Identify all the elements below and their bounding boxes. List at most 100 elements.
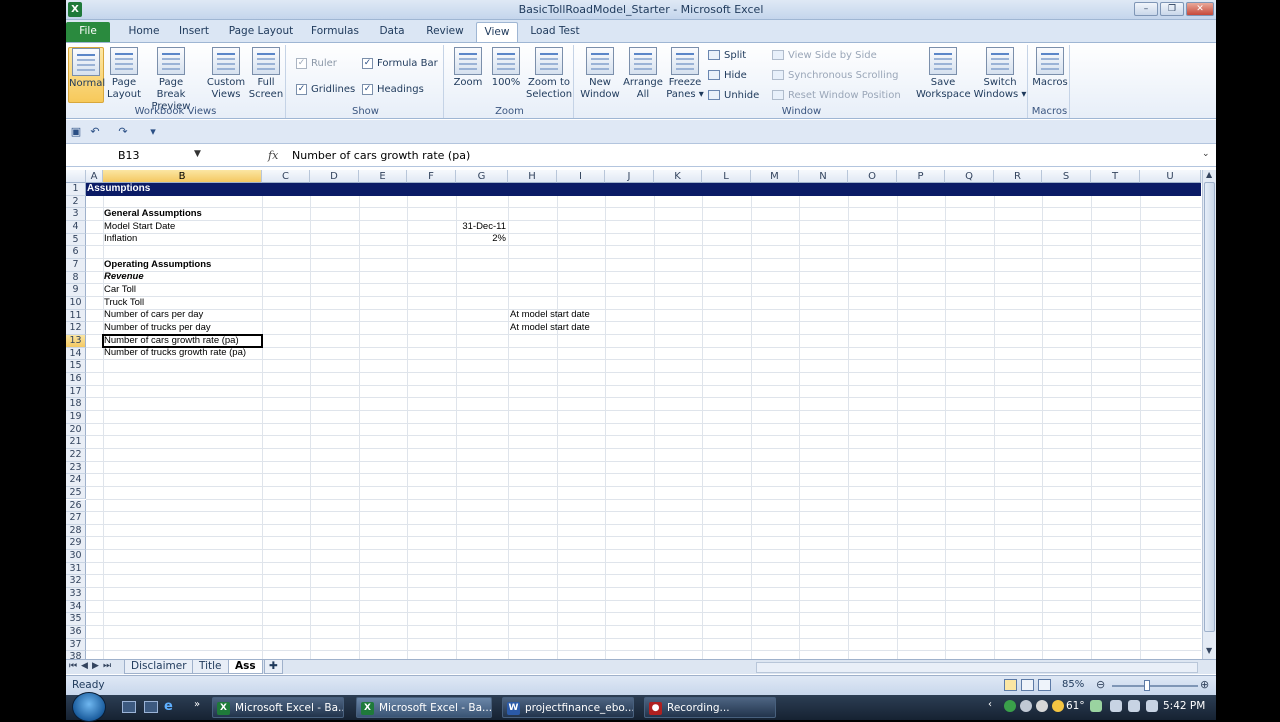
synchronous-scrolling-button[interactable]: Synchronous Scrolling xyxy=(772,69,899,83)
taskbar-excel-1[interactable]: X Microsoft Excel - Ba... xyxy=(212,697,344,718)
cell-b8[interactable]: Revenue xyxy=(104,271,144,284)
zoom-level[interactable]: 85% xyxy=(1062,679,1084,690)
row-header[interactable]: 12 xyxy=(66,322,86,335)
sheet-tab-ass[interactable]: Ass xyxy=(228,660,263,674)
row-header[interactable]: 8 xyxy=(66,271,86,285)
page-break-status-icon[interactable] xyxy=(1038,679,1051,691)
zoom-to-selection-button[interactable]: Zoom to Selection xyxy=(526,47,572,101)
name-box-dropdown-icon[interactable]: ▼ xyxy=(194,149,201,159)
row-header[interactable]: 6 xyxy=(66,246,86,259)
column-header[interactable]: S xyxy=(1042,170,1091,183)
row-header[interactable]: 19 xyxy=(66,410,86,424)
row-header[interactable]: 30 xyxy=(66,550,86,563)
tray-security-icon[interactable] xyxy=(1090,700,1102,712)
horizontal-scrollbar[interactable] xyxy=(756,662,1198,673)
row-header[interactable]: 4 xyxy=(66,220,86,234)
full-screen-button[interactable]: Full Screen xyxy=(248,47,284,101)
row-header[interactable]: 35 xyxy=(66,613,86,627)
insert-sheet-icon[interactable]: ✚ xyxy=(264,660,283,674)
last-sheet-icon[interactable]: ⏭ xyxy=(103,661,111,671)
next-sheet-icon[interactable]: ▶ xyxy=(92,661,99,671)
column-header[interactable]: D xyxy=(310,170,359,183)
page-break-preview-button[interactable]: Page Break Preview xyxy=(144,47,198,113)
row-header[interactable]: 37 xyxy=(66,638,86,652)
tray-network-icon[interactable] xyxy=(1020,700,1032,712)
split-button[interactable]: Split xyxy=(708,49,746,63)
freeze-panes-button[interactable]: Freeze Panes ▾ xyxy=(664,47,706,101)
cell-b12[interactable]: Number of trucks per day xyxy=(104,322,211,335)
arrange-all-button[interactable]: Arrange All xyxy=(622,47,664,101)
tab-review[interactable]: Review xyxy=(420,22,470,42)
row-header[interactable]: 9 xyxy=(66,284,86,297)
row-header[interactable]: 10 xyxy=(66,296,86,310)
row-header[interactable]: 26 xyxy=(66,499,86,513)
weather-icon[interactable] xyxy=(1052,700,1064,712)
active-cell-selection[interactable] xyxy=(102,334,263,348)
internet-explorer-icon[interactable]: e xyxy=(164,699,173,714)
column-header[interactable]: T xyxy=(1091,170,1140,183)
vertical-scrollbar[interactable]: ▲ ▼ xyxy=(1202,170,1216,659)
row-header[interactable]: 27 xyxy=(66,512,86,525)
row-header[interactable]: 34 xyxy=(66,600,86,614)
taskbar-excel-2[interactable]: X Microsoft Excel - Ba... xyxy=(356,697,492,718)
undo-icon[interactable]: ↶ xyxy=(88,125,102,138)
tray-display-icon[interactable] xyxy=(1128,700,1140,712)
cell-b9[interactable]: Car Toll xyxy=(104,284,136,297)
view-side-by-side-button[interactable]: View Side by Side xyxy=(772,49,877,63)
system-clock[interactable]: 5:42 PM xyxy=(1163,700,1205,712)
zoom-slider-thumb[interactable] xyxy=(1144,680,1150,691)
show-desktop-icon[interactable] xyxy=(122,701,136,713)
tab-load-test[interactable]: Load Test xyxy=(526,22,584,42)
volume-icon[interactable] xyxy=(1146,700,1158,712)
column-header[interactable]: M xyxy=(751,170,799,183)
row-header[interactable]: 2 xyxy=(66,195,86,209)
worksheet-grid[interactable]: A B C D E F G H I J K L M N O P Q R S T … xyxy=(66,170,1216,659)
switch-windows-button[interactable]: Switch Windows ▾ xyxy=(972,47,1028,101)
zoom-100-button[interactable]: 100% xyxy=(488,47,524,89)
tray-sync-icon[interactable] xyxy=(1036,700,1048,712)
cell-b4[interactable]: Model Start Date xyxy=(104,221,175,234)
row-header[interactable]: 17 xyxy=(66,385,86,399)
assumptions-banner[interactable]: Assumptions xyxy=(86,183,1201,196)
expand-formula-bar-icon[interactable]: ⌄ xyxy=(1202,149,1210,159)
row-header[interactable]: 38 xyxy=(66,651,86,659)
row-header[interactable]: 15 xyxy=(66,360,86,373)
zoom-in-icon[interactable]: ⊕ xyxy=(1200,678,1209,691)
zoom-slider[interactable] xyxy=(1112,685,1198,687)
tab-view[interactable]: View xyxy=(476,22,518,42)
switch-windows-icon[interactable] xyxy=(144,701,158,713)
tab-file[interactable]: File xyxy=(66,22,110,42)
column-header[interactable]: F xyxy=(407,170,456,183)
save-workspace-button[interactable]: Save Workspace xyxy=(916,47,971,101)
name-box[interactable]: B13 xyxy=(66,147,206,165)
column-header[interactable]: O xyxy=(848,170,897,183)
sheet-tab-disclaimer[interactable]: Disclaimer xyxy=(124,660,194,674)
hide-button[interactable]: Hide xyxy=(708,69,747,83)
row-header[interactable]: 21 xyxy=(66,436,86,449)
zoom-out-icon[interactable]: ⊖ xyxy=(1096,678,1105,691)
column-header[interactable]: G xyxy=(456,170,508,183)
column-header[interactable]: E xyxy=(359,170,407,183)
minimize-button[interactable]: – xyxy=(1134,2,1158,16)
customize-toolbar-icon[interactable]: ▾ xyxy=(146,125,160,138)
macros-button[interactable]: Macros xyxy=(1032,47,1068,89)
scroll-down-icon[interactable]: ▼ xyxy=(1206,646,1212,655)
page-layout-view-button[interactable]: Page Layout xyxy=(106,47,142,101)
cell-b14[interactable]: Number of trucks growth rate (pa) xyxy=(104,347,246,360)
page-layout-status-icon[interactable] xyxy=(1021,679,1034,691)
row-header[interactable]: 7 xyxy=(66,258,86,272)
row-header[interactable]: 24 xyxy=(66,474,86,487)
sheet-tab-title[interactable]: Title xyxy=(192,660,229,674)
row-header[interactable]: 23 xyxy=(66,461,86,475)
tray-monitor-icon[interactable] xyxy=(1110,700,1122,712)
column-header[interactable]: K xyxy=(654,170,702,183)
scroll-up-icon[interactable]: ▲ xyxy=(1206,170,1212,179)
cell-h11[interactable]: At model start date xyxy=(510,309,590,322)
column-header[interactable]: N xyxy=(799,170,848,183)
row-header[interactable]: 11 xyxy=(66,309,86,323)
custom-views-button[interactable]: Custom Views xyxy=(204,47,248,101)
select-all-corner[interactable] xyxy=(66,170,86,183)
row-header[interactable]: 25 xyxy=(66,486,86,500)
ruler-checkbox[interactable]: ✓ Ruler xyxy=(296,57,337,70)
column-header[interactable]: Q xyxy=(945,170,994,183)
